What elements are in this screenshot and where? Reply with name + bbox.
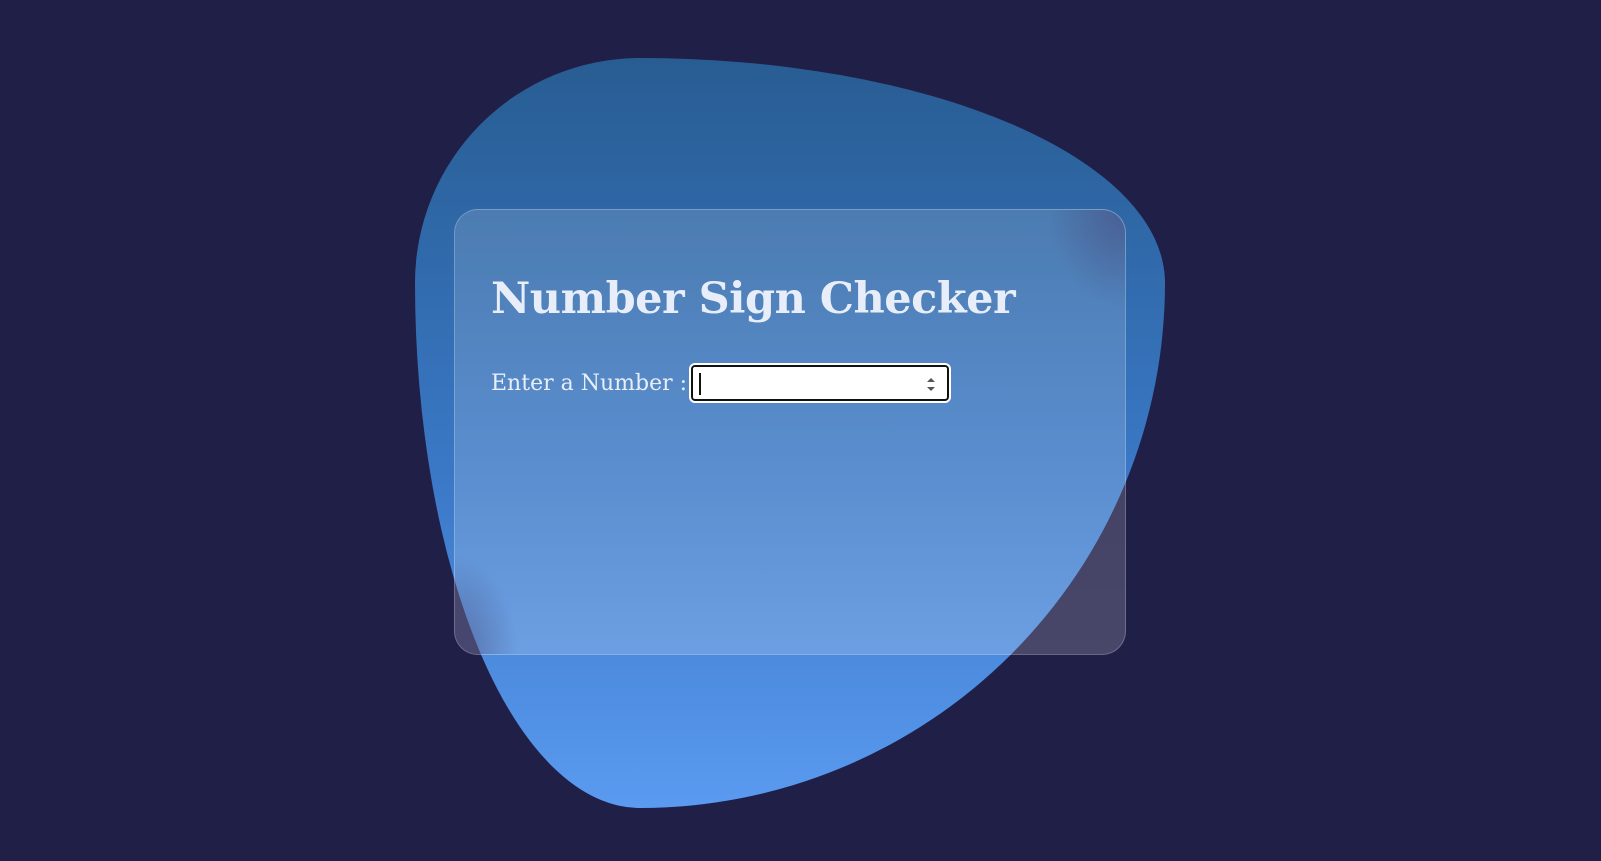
chevron-down-icon[interactable] xyxy=(925,384,937,393)
number-input[interactable] xyxy=(697,369,912,397)
page: Number Sign Checker Enter a Number : xyxy=(0,0,1601,861)
number-spinner[interactable] xyxy=(925,375,937,393)
glass-card: Number Sign Checker Enter a Number : xyxy=(454,209,1126,655)
page-title: Number Sign Checker xyxy=(491,274,1016,324)
number-input-row: Enter a Number : xyxy=(491,363,952,403)
text-cursor xyxy=(699,373,702,395)
chevron-up-icon[interactable] xyxy=(925,375,937,384)
number-field[interactable] xyxy=(689,363,952,403)
number-input-label: Enter a Number : xyxy=(491,370,688,396)
